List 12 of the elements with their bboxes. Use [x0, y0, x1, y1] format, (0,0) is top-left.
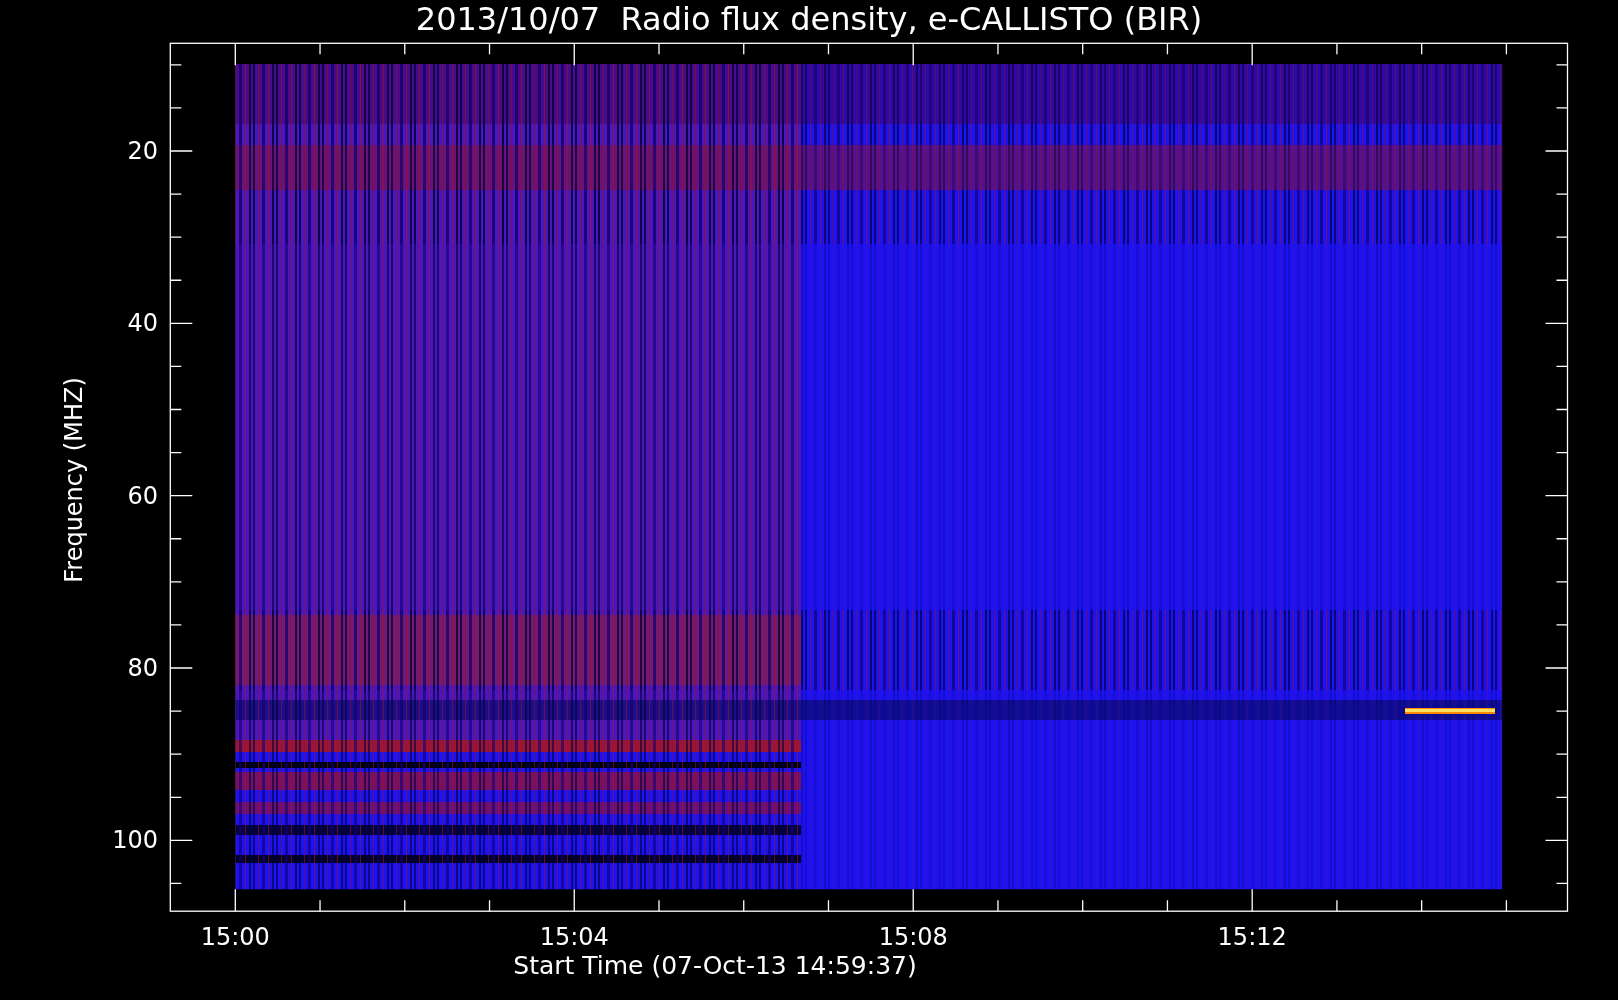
y-tick-label: 80 — [127, 654, 158, 682]
y-tick-label: 40 — [127, 309, 158, 338]
chart-title: 2013/10/07 Radio flux density, e-CALLISTO (BIR) — [415, 0, 1203, 38]
x-tick-label: 15:04 — [539, 923, 609, 951]
y-tick-label: 20 — [127, 137, 158, 165]
y-axis-label: Frequency (MHZ) — [60, 377, 88, 583]
y-tick-label: 100 — [112, 826, 158, 855]
y-tick-label: 60 — [127, 481, 158, 510]
x-tick-label: 15:12 — [1217, 923, 1287, 951]
x-tick-label: 15:08 — [878, 923, 948, 951]
x-tick-label: 15:00 — [200, 923, 270, 951]
x-axis-label: Start Time (07-Oct-13 14:59:37) — [513, 950, 917, 980]
